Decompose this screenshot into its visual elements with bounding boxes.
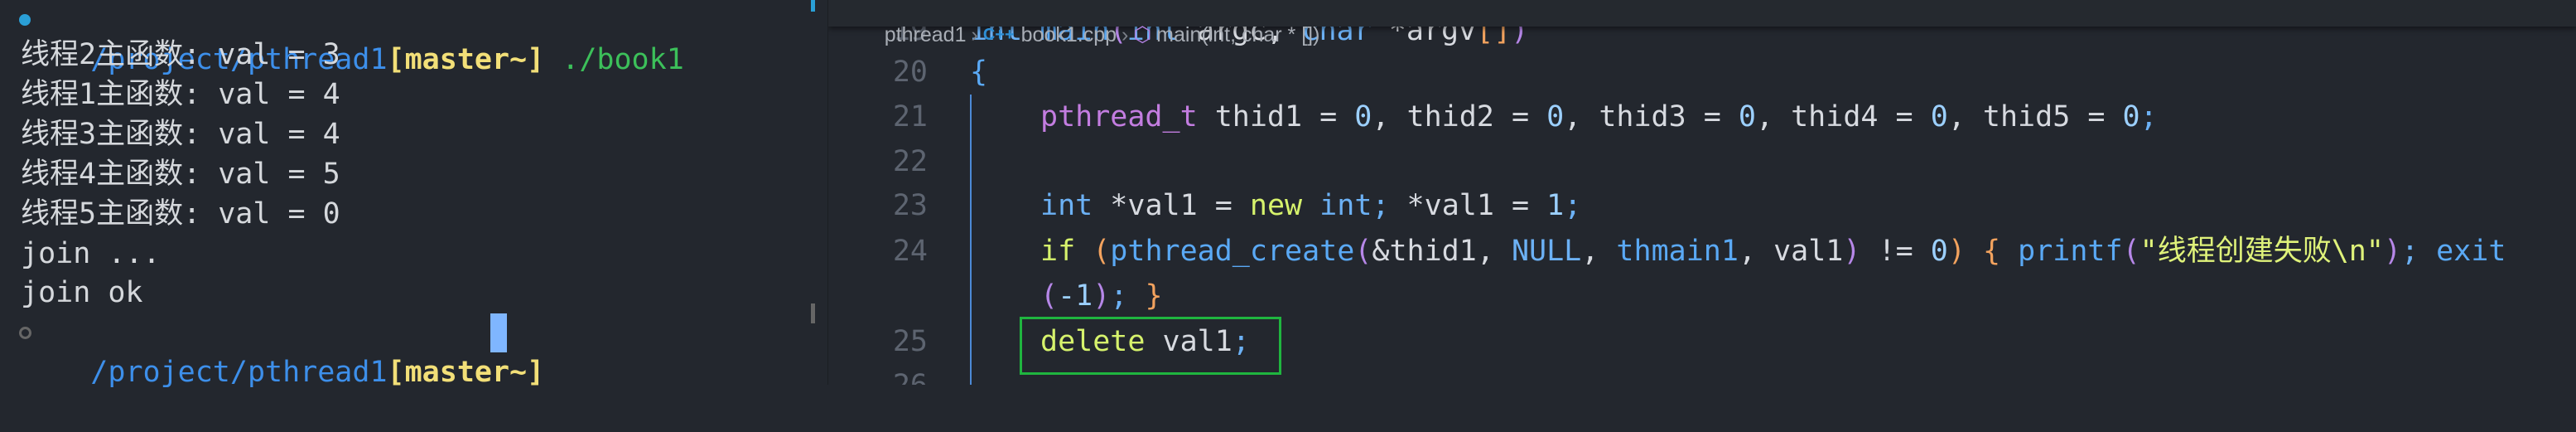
code-line[interactable]: pthread_t thid1 = 0, thid2 = 0, thid3 = … [1040, 95, 2158, 139]
code-token: ( [2122, 235, 2140, 268]
highlight-annotation-box [1020, 317, 1281, 375]
line-number: 22 [892, 145, 928, 178]
cpp-file-icon: C++ [982, 26, 1015, 44]
terminal-output-line: 线程1主函数: val = 4 [21, 78, 340, 111]
terminal-output-line: join ... [21, 237, 161, 270]
line-number: 24 [892, 235, 928, 268]
code-token: 0 [1354, 100, 1372, 133]
code-token: != [1860, 235, 1931, 268]
line-number: 23 [892, 189, 928, 222]
terminal-output-line: 线程4主函数: val = 5 [21, 158, 340, 191]
code-token: thid1 = [1214, 100, 1355, 133]
code-token: ) [1093, 279, 1111, 313]
code-token: ) [1843, 235, 1861, 268]
code-token: int [1319, 189, 1372, 222]
terminal-panel[interactable]: /project/pthread1[master~] ./book1 线程2主函… [0, 0, 815, 389]
code-token: ( [1354, 235, 1372, 268]
code-token: printf [2018, 235, 2123, 268]
code-token: thmain1 [1616, 235, 1739, 268]
code-token: ) [2383, 235, 2402, 268]
code-token: exit [2436, 235, 2506, 268]
terminal-prompt-line: /project/pthread1[master~] [19, 313, 544, 389]
code-token: 1 [1546, 189, 1565, 222]
code-token: 0 [1738, 100, 1756, 133]
code-token: -1 [1058, 279, 1093, 313]
scrollbar-marker [811, 0, 815, 12]
terminal-output-line: 线程3主函数: val = 4 [21, 118, 340, 151]
line-number: 20 [892, 56, 928, 89]
code-token: "线程创建失败\n" [2139, 235, 2384, 268]
terminal-output-line: 线程5主函数: val = 0 [21, 197, 340, 231]
terminal-scrollbar[interactable] [811, 303, 815, 323]
chevron-right-icon: › [1122, 23, 1129, 46]
command-status-dot-icon[interactable] [19, 14, 31, 26]
line-number: 26 [878, 363, 928, 385]
breadcrumb-file[interactable]: book1.cpp [1021, 23, 1117, 46]
command-status-dot-icon[interactable] [19, 327, 31, 339]
code-token: , thid4 = [1755, 100, 1931, 133]
code-token: pthread_t [1040, 100, 1215, 133]
prompt-command: ./book1 [544, 43, 684, 76]
code-token: ; [1372, 189, 1407, 222]
code-token: new [1249, 189, 1320, 222]
code-line[interactable]: (-1); } [1040, 274, 1163, 318]
code-token: , thid3 = [1564, 100, 1739, 133]
code-token: *val1 = [1406, 189, 1547, 222]
code-line[interactable]: int *val1 = new int; *val1 = 1; [1040, 183, 1581, 228]
chevron-right-icon: › [971, 23, 978, 46]
code-token: ( [1040, 279, 1059, 313]
code-token: ; [1110, 279, 1146, 313]
code-line[interactable]: if (pthread_create(&thid1, NULL, thmain1… [1040, 229, 2506, 274]
code-token: { [970, 56, 988, 89]
code-token: , [1581, 235, 1617, 268]
code-token: *val1 = [1110, 189, 1250, 222]
prompt-branch: [master~] [387, 43, 545, 76]
breadcrumb: pthread1 › C++ book1.cpp › ⬡ main(int, char * … [828, 0, 2576, 46]
breadcrumb-folder[interactable]: pthread1 [885, 23, 967, 46]
indent-guide [970, 95, 972, 385]
code-token: { [1965, 235, 2019, 268]
prompt-path: /project/pthread1 [90, 356, 388, 389]
breadcrumb-symbol[interactable]: main(int, char * []) [1156, 23, 1319, 46]
code-token: NULL [1511, 235, 1582, 268]
code-token: , thid5 = [1947, 100, 2123, 133]
code-token: , thid2 = [1372, 100, 1547, 133]
code-token: 0 [1930, 235, 1948, 268]
line-number [878, 274, 928, 318]
code-token: int [1040, 189, 1111, 222]
code-token: 0 [1930, 100, 1948, 133]
terminal-output-line: join ok [21, 276, 143, 309]
code-token: pthread_create [1110, 235, 1355, 268]
code-token: ) [1947, 235, 1966, 268]
code-token: if [1040, 235, 1093, 268]
code-token: } [1145, 279, 1163, 313]
code-token: &thid1, [1372, 235, 1512, 268]
code-token: , val1 [1738, 235, 1844, 268]
code-token: ( [1093, 235, 1111, 268]
line-number: 25 [892, 325, 928, 358]
code-token: ; [2401, 235, 2437, 268]
code-token: ; [1564, 189, 1582, 222]
terminal-prompt-line: /project/pthread1[master~] ./book1 [19, 0, 684, 76]
code-editor[interactable]: pthread1 › C++ book1.cpp › ⬡ main(int, char * … [827, 0, 2576, 385]
prompt-branch: [master~] [387, 356, 545, 389]
code-token: 0 [2122, 100, 2140, 133]
line-number: 21 [892, 100, 928, 133]
terminal-output-line: 线程2主函数: val = 3 [21, 38, 340, 71]
terminal-cursor [490, 313, 507, 352]
code-token: ; [2139, 100, 2158, 133]
symbol-method-icon: ⬡ [1133, 23, 1152, 46]
code-token: 0 [1546, 100, 1565, 133]
code-line[interactable]: { [970, 50, 987, 95]
